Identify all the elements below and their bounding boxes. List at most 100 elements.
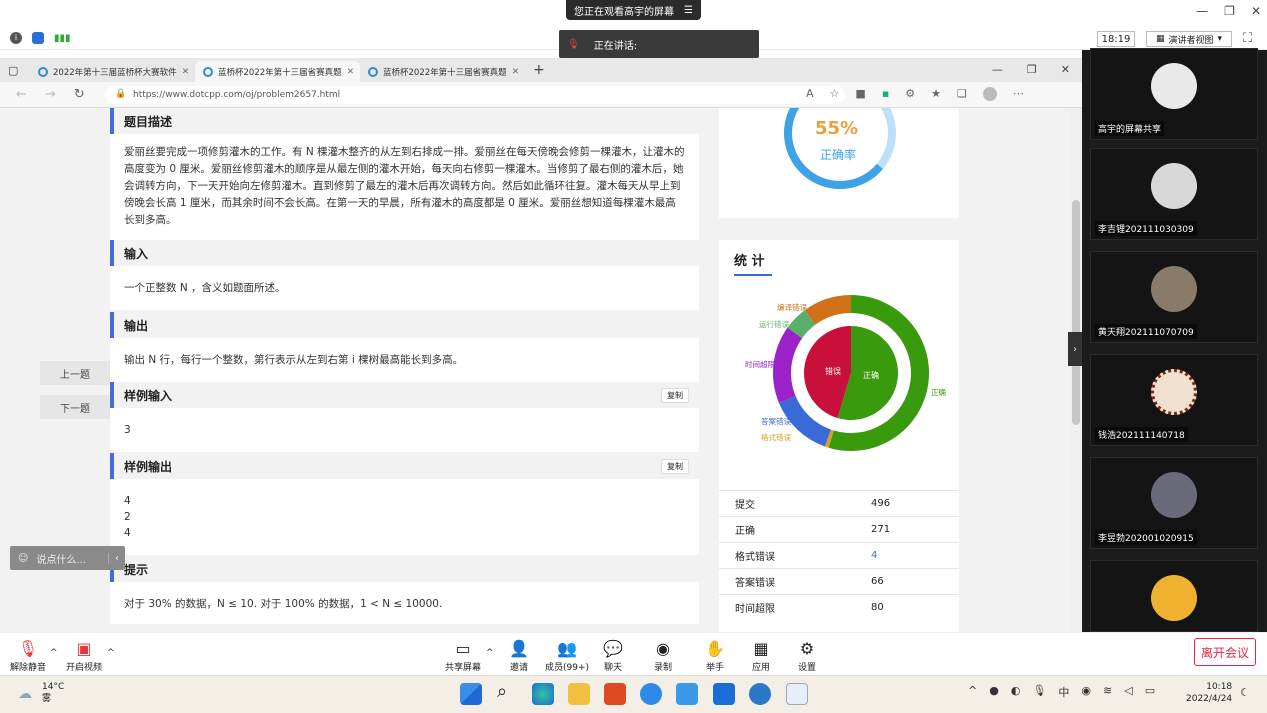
- favorite-star-icon[interactable]: ☆: [830, 87, 840, 101]
- copy-button[interactable]: 复制: [661, 458, 689, 474]
- chevron-left-icon[interactable]: ‹: [108, 552, 119, 564]
- close-tab-icon[interactable]: ✕: [512, 67, 519, 77]
- tab-2[interactable]: 蓝桥杯2022年第十三届省赛真题 ✕: [195, 61, 360, 82]
- forward-icon[interactable]: →: [45, 87, 56, 102]
- stats-value: 496: [871, 498, 891, 509]
- section-title: 输出: [110, 312, 699, 338]
- copy-button[interactable]: 复制: [661, 387, 689, 403]
- accuracy-value: 55%: [815, 118, 859, 139]
- close-tab-icon[interactable]: ✕: [347, 67, 354, 77]
- members-button[interactable]: 👥 成员(99+): [545, 640, 589, 674]
- meeting-app-icon[interactable]: [786, 683, 808, 705]
- collapse-panel-icon[interactable]: ›: [1068, 332, 1082, 366]
- video-tile[interactable]: [1090, 560, 1258, 632]
- extension-icon[interactable]: ■: [855, 87, 865, 101]
- comment-box[interactable]: ☺ 说点什么... ‹: [10, 546, 125, 570]
- chevron-up-icon[interactable]: ^: [968, 684, 977, 700]
- office-icon[interactable]: [604, 683, 626, 705]
- qq-icon[interactable]: ●: [989, 684, 999, 700]
- section-sample-input: 样例输入 复制 3: [110, 382, 699, 452]
- chevron-up-icon[interactable]: ^: [486, 648, 494, 658]
- raise-hand-button[interactable]: ✋ 举手: [705, 640, 725, 674]
- more-icon[interactable]: ⋯: [1013, 87, 1024, 101]
- section-title: 题目描述: [110, 108, 699, 134]
- pie-label: 正确: [863, 370, 879, 380]
- record-button[interactable]: ◉ 录制: [654, 640, 672, 674]
- url-field[interactable]: 🔒 https://www.dotcpp.com/oj/problem2657.…: [105, 86, 845, 104]
- app-icon[interactable]: [749, 683, 771, 705]
- stats-label: 格式错误: [735, 552, 775, 563]
- chat-button[interactable]: 💬 聊天: [603, 639, 623, 674]
- cloud-icon[interactable]: ☁: [18, 686, 32, 702]
- share-screen-button[interactable]: ▭ 共享屏幕: [445, 640, 481, 674]
- favorites-icon[interactable]: ★: [931, 87, 941, 101]
- weather-widget[interactable]: 14°C 雾: [42, 681, 64, 705]
- mute-button[interactable]: 🎙 解除静音: [10, 640, 46, 674]
- signal-icon: ▮▮▮: [54, 33, 71, 44]
- back-icon[interactable]: ←: [16, 87, 27, 102]
- search-icon[interactable]: ⌕: [497, 681, 507, 702]
- clock[interactable]: 10:18 2022/4/24: [1186, 681, 1232, 705]
- close-icon[interactable]: ✕: [1251, 4, 1261, 18]
- invite-button[interactable]: 👤 邀请: [509, 640, 529, 674]
- video-tile[interactable]: 李昱勃202001020915: [1090, 457, 1258, 549]
- wifi-icon[interactable]: ≋: [1103, 684, 1112, 700]
- tray-app-icon[interactable]: ◉: [1081, 684, 1091, 700]
- video-tile[interactable]: 高宇的屏幕共享: [1090, 48, 1258, 140]
- info-icon[interactable]: i: [10, 32, 22, 44]
- ie-icon[interactable]: [640, 683, 662, 705]
- output-title: 输出: [124, 318, 149, 333]
- chevron-up-icon[interactable]: ^: [50, 648, 58, 658]
- fullscreen-icon[interactable]: ⛶: [1243, 31, 1252, 46]
- next-problem-button[interactable]: 下一题: [40, 395, 110, 419]
- folder-icon[interactable]: [568, 683, 590, 705]
- photos-icon[interactable]: [713, 683, 735, 705]
- puzzle-icon[interactable]: ⚙: [905, 87, 915, 101]
- leave-meeting-button[interactable]: 离开会议: [1194, 638, 1256, 666]
- mic-icon[interactable]: 🎙: [1032, 684, 1046, 700]
- video-tile[interactable]: 钱浩202111140718: [1090, 354, 1258, 446]
- tray-app-icon[interactable]: ◐: [1011, 684, 1021, 700]
- settings-button[interactable]: ⚙ 设置: [798, 640, 816, 674]
- minimize-icon[interactable]: —: [1196, 4, 1208, 18]
- menu-icon[interactable]: ☰: [684, 5, 693, 16]
- collections-icon[interactable]: ❏: [957, 87, 967, 101]
- tab-1[interactable]: 2022年第十三届蓝桥杯大赛软件 ✕: [30, 61, 195, 82]
- scrollbar-thumb[interactable]: [1072, 200, 1080, 425]
- presenter-view-button[interactable]: ▦ 演讲者视图 ▾: [1146, 31, 1232, 47]
- ime-icon[interactable]: 中: [1058, 684, 1069, 700]
- notification-icon[interactable]: ☾: [1240, 686, 1250, 699]
- input-body: 一个正整数 N ，含义如题面所述。: [124, 282, 286, 294]
- read-aloud-icon[interactable]: A: [806, 87, 814, 101]
- prev-problem-button[interactable]: 上一题: [40, 361, 110, 385]
- extension-icon[interactable]: ▪: [882, 87, 889, 101]
- store-icon[interactable]: [676, 683, 698, 705]
- edge-icon[interactable]: [532, 683, 554, 705]
- pie-label: 错误: [825, 366, 841, 376]
- restore-icon[interactable]: ❐: [1027, 63, 1037, 76]
- stats-row: 正确 271: [719, 516, 959, 542]
- profile-avatar[interactable]: [982, 87, 997, 101]
- video-button[interactable]: ▣ 开启视频: [66, 640, 102, 674]
- meeting-controls: [0, 632, 1267, 674]
- battery-icon[interactable]: ▭: [1145, 684, 1155, 700]
- avatar: [1151, 575, 1197, 621]
- close-icon[interactable]: ✕: [1061, 63, 1070, 76]
- share-banner[interactable]: 您正在观看高宇的屏幕 ☰: [566, 0, 701, 20]
- refresh-icon[interactable]: ↻: [74, 87, 85, 102]
- video-tile[interactable]: 黄天翔202111070709: [1090, 251, 1258, 343]
- chat-icon: 💬: [603, 639, 623, 658]
- video-tile[interactable]: 李吉锂202111030309: [1090, 148, 1258, 240]
- video-name: 李昱勃202001020915: [1095, 530, 1197, 545]
- start-icon[interactable]: [460, 683, 482, 705]
- tab-actions-icon[interactable]: ▢: [8, 64, 30, 77]
- volume-icon[interactable]: ◁: [1124, 684, 1132, 700]
- shield-icon[interactable]: [32, 32, 44, 44]
- restore-icon[interactable]: ❐: [1224, 4, 1235, 18]
- new-tab-icon[interactable]: +: [533, 62, 545, 78]
- chevron-up-icon[interactable]: ^: [107, 648, 115, 658]
- minimize-icon[interactable]: —: [992, 63, 1003, 76]
- tab-3[interactable]: 蓝桥杯2022年第十三届省赛真题 ✕: [360, 61, 525, 82]
- close-tab-icon[interactable]: ✕: [182, 67, 189, 77]
- apps-button[interactable]: ▦ 应用: [752, 640, 770, 674]
